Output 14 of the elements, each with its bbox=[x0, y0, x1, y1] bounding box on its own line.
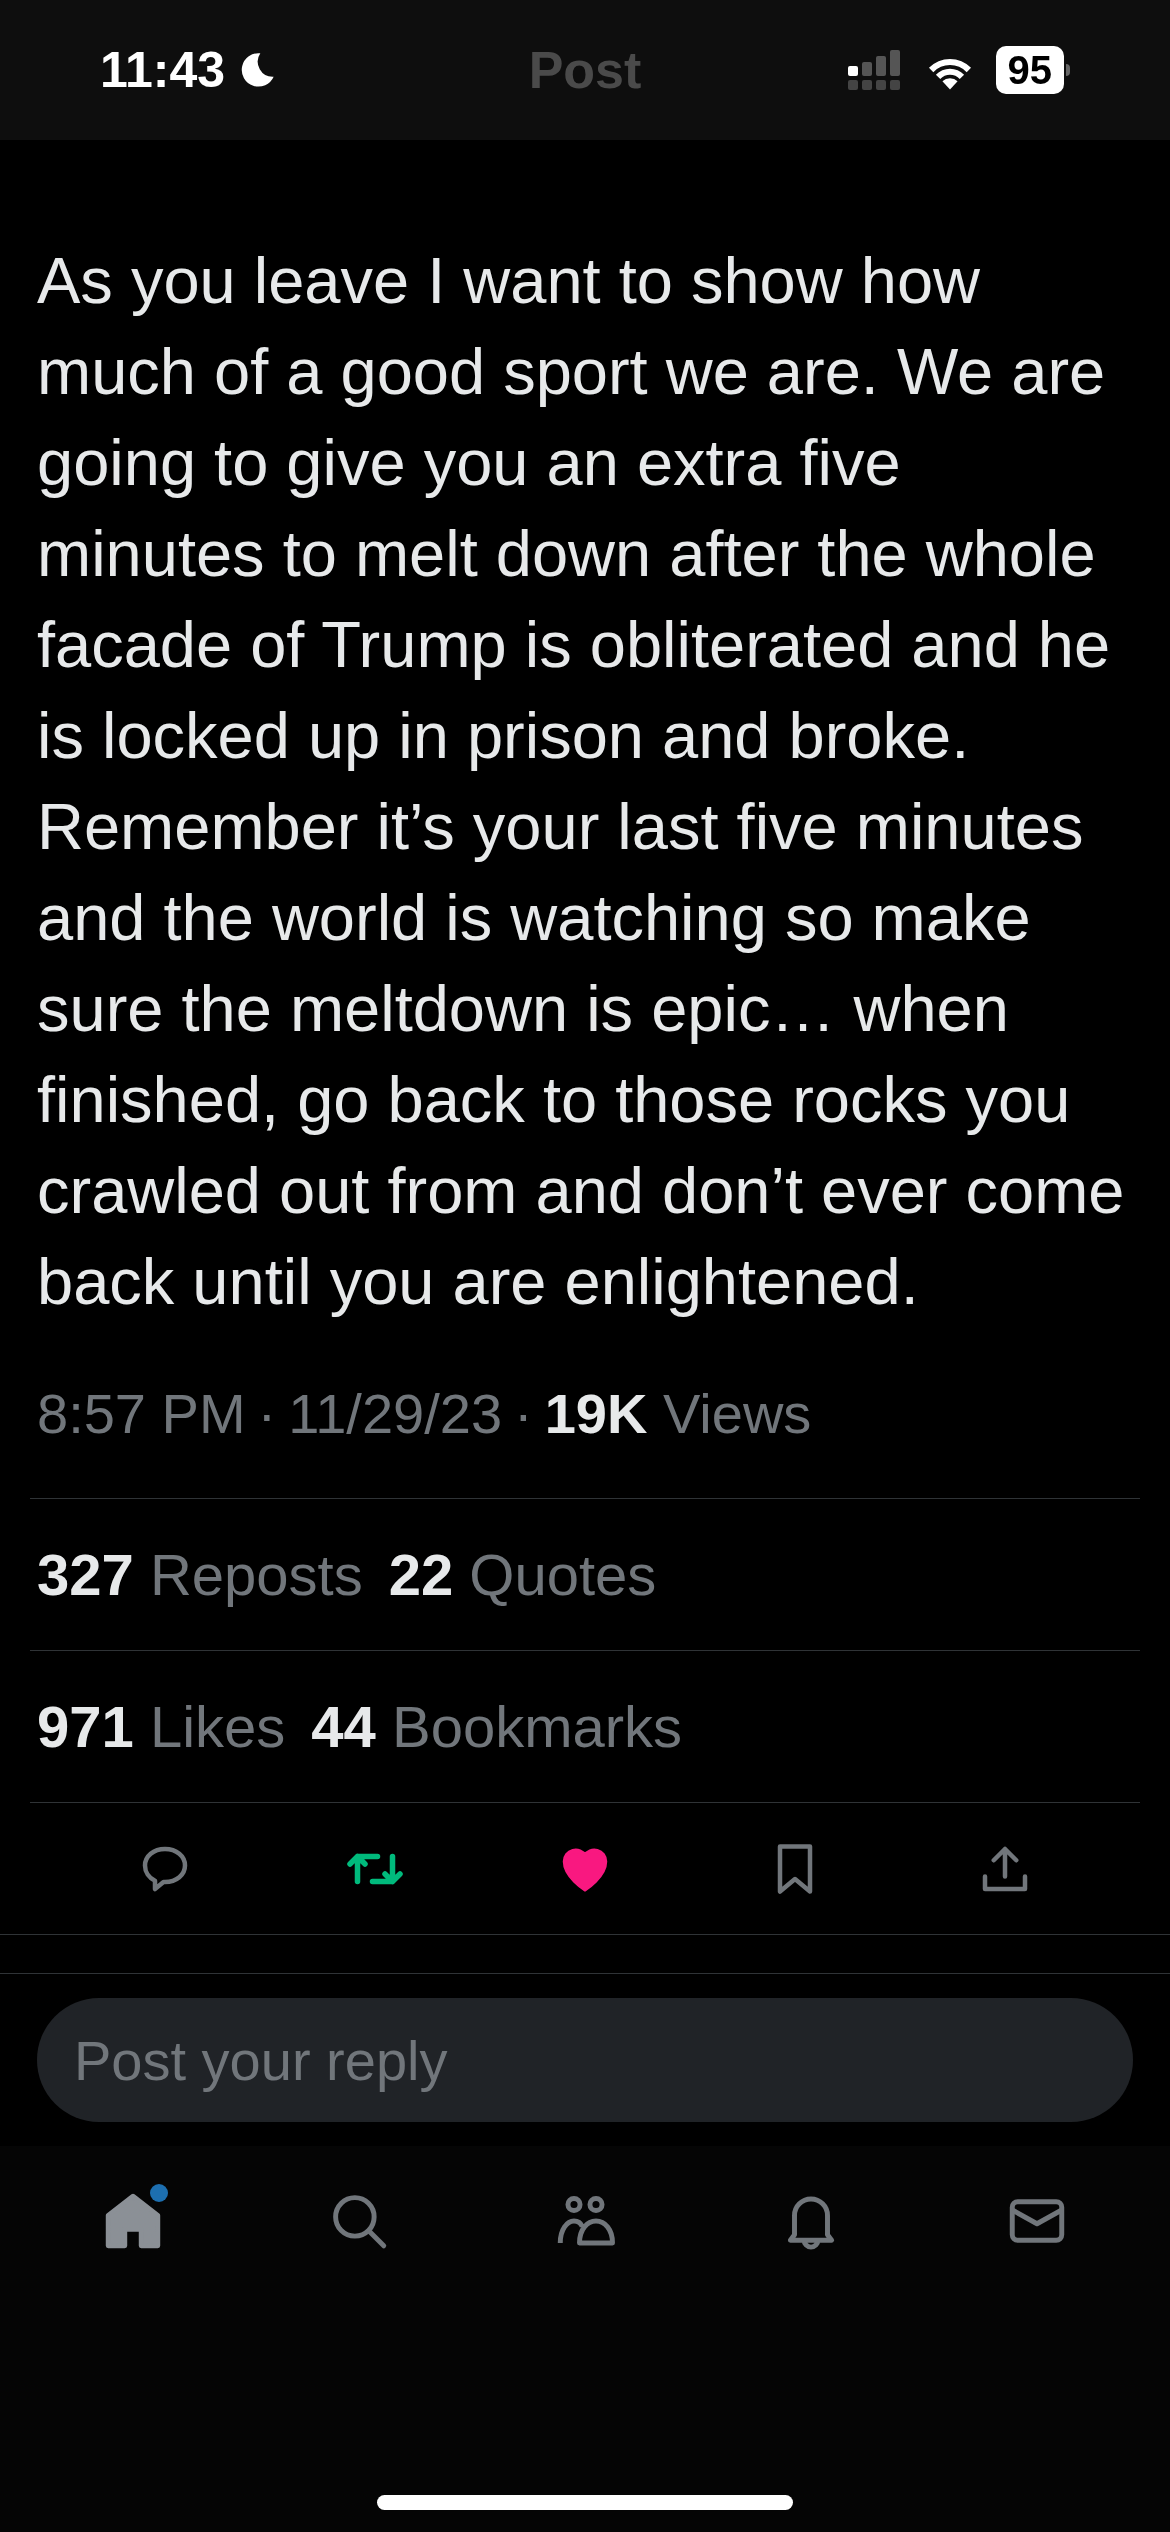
reply-field[interactable]: Post your reply bbox=[37, 1998, 1133, 2122]
post-text: As you leave I want to show how much of a good sport we are. We are going to give you an extra five minutes to melt down after the whole facade of Trump is obliterated and he is locked up in prison and broke. Remember it’s your last five minutes and the world is watching so make sure the meltdown is epic… when finished, go back to those rocks you crawled out from and don’t ever come back until you are enlightened. bbox=[37, 243, 1126, 1320]
engagement-stat[interactable]: 327 Reposts bbox=[37, 1531, 363, 1618]
battery-level: 95 bbox=[995, 46, 1064, 94]
view-count: 19K Views bbox=[544, 1381, 812, 1447]
separator-dot: · bbox=[514, 1381, 533, 1447]
clock: 11:43 bbox=[100, 40, 226, 100]
engagement-stat[interactable]: 971 Likes bbox=[37, 1683, 286, 1770]
post-time: 8:57 PM bbox=[37, 1381, 246, 1447]
engagement-stat[interactable]: 22 Quotes bbox=[388, 1531, 657, 1618]
header-title: Post bbox=[528, 40, 642, 101]
engagement-stat[interactable]: 44 Bookmarks bbox=[311, 1683, 683, 1770]
post-date: 11/29/23 bbox=[288, 1381, 503, 1447]
separator-dot: · bbox=[257, 1381, 277, 1447]
